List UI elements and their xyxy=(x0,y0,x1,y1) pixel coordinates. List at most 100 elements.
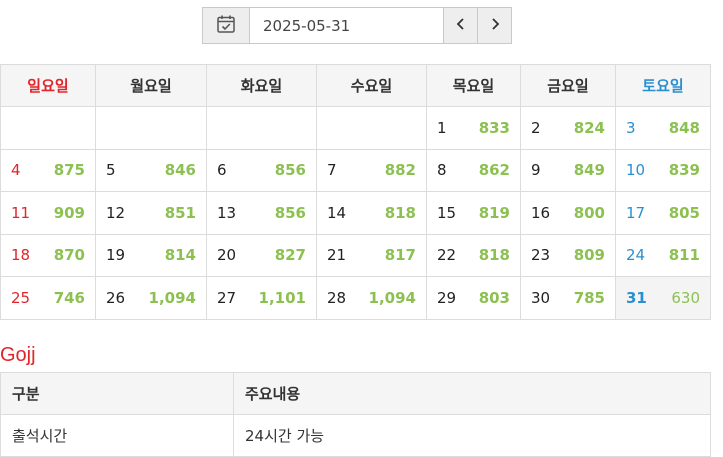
day-number: 26 xyxy=(106,288,126,307)
day-number: 6 xyxy=(217,161,227,180)
day-number: 20 xyxy=(217,246,237,265)
weekday-header-row: 일요일 월요일 화요일 수요일 목요일 금요일 토요일 xyxy=(0,64,711,107)
day-number: 3 xyxy=(626,118,636,137)
calendar-day-cell[interactable]: 9 849 xyxy=(520,148,616,192)
calendar-day-cell[interactable]: 30 785 xyxy=(520,276,616,320)
calendar-day-cell[interactable]: 16 800 xyxy=(520,191,616,235)
day-number: 8 xyxy=(437,161,447,180)
attendance-count: 851 xyxy=(164,203,196,222)
attendance-count: 856 xyxy=(274,161,306,180)
attendance-count: 818 xyxy=(384,203,416,222)
calendar-day-cell[interactable]: 14 818 xyxy=(316,191,427,235)
day-number: 5 xyxy=(106,161,116,180)
day-number: 19 xyxy=(106,246,126,265)
calendar-day-cell[interactable]: 11 909 xyxy=(0,191,96,235)
calendar-empty-cell xyxy=(206,106,317,150)
calendar-day-cell[interactable]: 20 827 xyxy=(206,233,317,277)
weekday-header: 금요일 xyxy=(520,64,616,107)
calendar-day-cell[interactable]: 25 746 xyxy=(0,276,96,320)
attendance-count: 819 xyxy=(478,203,510,222)
calendar-day-cell[interactable]: 19 814 xyxy=(95,233,207,277)
day-number: 16 xyxy=(531,203,551,222)
day-number: 7 xyxy=(327,161,337,180)
section-title: Gojj xyxy=(0,344,36,366)
next-month-button[interactable] xyxy=(477,8,511,43)
calendar-day-cell[interactable]: 26 1,094 xyxy=(95,276,207,320)
attendance-count: 856 xyxy=(274,203,306,222)
calendar-check-icon xyxy=(216,14,236,38)
calendar-button[interactable] xyxy=(203,8,250,43)
calendar-day-cell[interactable]: 7 882 xyxy=(316,148,427,192)
attendance-count: 848 xyxy=(668,118,700,137)
date-picker: 2025-05-31 xyxy=(202,7,512,44)
attendance-count: 817 xyxy=(384,246,416,265)
info-header-row: 구분 주요내용 xyxy=(0,372,711,415)
weekday-header: 일요일 xyxy=(0,64,96,107)
attendance-calendar: 일요일 월요일 화요일 수요일 목요일 금요일 토요일 1 833 2 824 3 848 4 875 5 8… xyxy=(0,64,711,320)
calendar-day-cell[interactable]: 27 1,101 xyxy=(206,276,317,320)
calendar-day-cell[interactable]: 28 1,094 xyxy=(316,276,427,320)
calendar-day-cell[interactable]: 24 811 xyxy=(615,233,711,277)
calendar-day-cell[interactable]: 2 824 xyxy=(520,106,616,150)
weekday-header: 목요일 xyxy=(426,64,521,107)
info-row: 출석시간 24시간 가능 xyxy=(0,414,711,457)
attendance-count: 875 xyxy=(53,161,85,180)
calendar-empty-cell xyxy=(0,106,96,150)
day-number: 27 xyxy=(217,288,237,307)
date-input[interactable]: 2025-05-31 xyxy=(250,8,443,43)
calendar-day-cell[interactable]: 1 833 xyxy=(426,106,521,150)
calendar-day-cell[interactable]: 10 839 xyxy=(615,148,711,192)
calendar-day-cell[interactable]: 29 803 xyxy=(426,276,521,320)
calendar-day-cell[interactable]: 3 848 xyxy=(615,106,711,150)
info-cell-content: 24시간 가능 xyxy=(233,414,711,457)
attendance-count: 862 xyxy=(478,161,510,180)
attendance-count: 746 xyxy=(53,288,85,307)
calendar-day-cell[interactable]: 6 856 xyxy=(206,148,317,192)
attendance-count: 630 xyxy=(671,288,700,307)
day-number: 22 xyxy=(437,246,457,265)
weekday-header: 월요일 xyxy=(95,64,207,107)
calendar-week-row: 1 833 2 824 3 848 xyxy=(0,106,711,150)
attendance-count: 785 xyxy=(573,288,605,307)
weekday-header: 수요일 xyxy=(316,64,427,107)
day-number: 28 xyxy=(327,288,347,307)
attendance-count: 1,094 xyxy=(368,288,416,307)
calendar-day-cell[interactable]: 18 870 xyxy=(0,233,96,277)
calendar-day-cell[interactable]: 31 630 xyxy=(615,276,711,320)
attendance-count: 882 xyxy=(384,161,416,180)
day-number: 11 xyxy=(11,203,31,222)
calendar-day-cell[interactable]: 23 809 xyxy=(520,233,616,277)
attendance-count: 846 xyxy=(164,161,196,180)
calendar-day-cell[interactable]: 17 805 xyxy=(615,191,711,235)
calendar-day-cell[interactable]: 15 819 xyxy=(426,191,521,235)
info-header-content: 주요내용 xyxy=(233,372,711,415)
day-number: 29 xyxy=(437,288,457,307)
day-number: 31 xyxy=(626,288,647,307)
weekday-header: 토요일 xyxy=(615,64,711,107)
calendar-day-cell[interactable]: 4 875 xyxy=(0,148,96,192)
day-number: 4 xyxy=(11,161,21,180)
calendar-empty-cell xyxy=(95,106,207,150)
calendar-day-cell[interactable]: 5 846 xyxy=(95,148,207,192)
calendar-day-cell[interactable]: 8 862 xyxy=(426,148,521,192)
calendar-day-cell[interactable]: 12 851 xyxy=(95,191,207,235)
day-number: 23 xyxy=(531,246,551,265)
day-number: 24 xyxy=(626,246,646,265)
day-number: 21 xyxy=(327,246,347,265)
info-table: 구분 주요내용 출석시간 24시간 가능 xyxy=(0,372,711,457)
attendance-count: 1,094 xyxy=(148,288,196,307)
info-header-category: 구분 xyxy=(0,372,234,415)
day-number: 9 xyxy=(531,161,541,180)
day-number: 12 xyxy=(106,203,126,222)
day-number: 15 xyxy=(437,203,457,222)
calendar-day-cell[interactable]: 22 818 xyxy=(426,233,521,277)
calendar-day-cell[interactable]: 21 817 xyxy=(316,233,427,277)
calendar-week-row: 25 746 26 1,094 27 1,101 28 1,094 29 803 30 785 31 63… xyxy=(0,276,711,320)
day-number: 2 xyxy=(531,118,541,137)
day-number: 14 xyxy=(327,203,347,222)
attendance-count: 805 xyxy=(668,203,700,222)
day-number: 18 xyxy=(11,246,31,265)
calendar-day-cell[interactable]: 13 856 xyxy=(206,191,317,235)
calendar-empty-cell xyxy=(316,106,427,150)
prev-month-button[interactable] xyxy=(443,8,477,43)
